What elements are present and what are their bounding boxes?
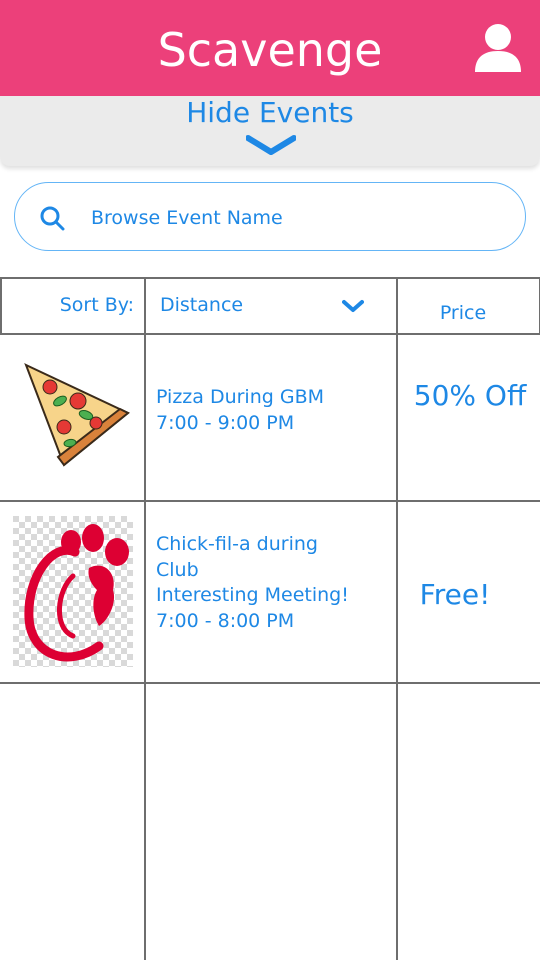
event-price: Free! [419,578,491,611]
app-title: Scavenge [157,23,383,77]
chick-fil-a-logo [13,516,133,667]
search-input[interactable] [89,199,493,237]
event-price: 50% Off [413,379,527,412]
pizza-slice-icon [24,363,130,467]
user-icon [475,24,521,72]
sort-value: Distance [160,294,244,316]
sort-by-label: Sort By: [59,294,134,316]
event-row[interactable]: Chick-fil-a during Club Interesting Meet… [0,502,540,682]
hide-events-toggle[interactable]: Hide Events [0,96,540,166]
chevron-down-icon [342,300,364,312]
event-name: Club [156,559,199,581]
hide-events-label: Hide Events [186,96,354,129]
profile-button[interactable] [472,22,524,76]
event-time: 7:00 - 8:00 PM [156,610,295,632]
chevron-down-icon [246,135,296,155]
search-icon [40,206,65,231]
event-time: 7:00 - 9:00 PM [156,412,295,434]
event-name: Chick-fil-a during [156,533,318,555]
search-bar [14,182,526,251]
app-header: Scavenge [0,0,540,96]
event-row[interactable]: Pizza During GBM 7:00 - 9:00 PM 50% Off [0,335,540,500]
table-border [0,682,540,684]
event-name: Interesting Meeting! [156,584,349,606]
event-name: Pizza During GBM [156,386,325,408]
price-column-header: Price [439,302,487,324]
